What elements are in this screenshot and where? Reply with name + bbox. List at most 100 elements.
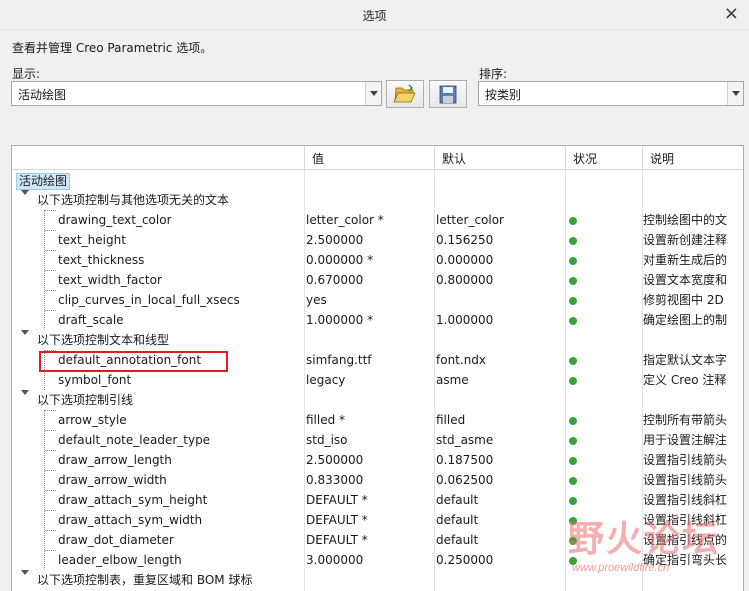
option-value: letter_color * [306,213,384,227]
tree-connector [45,530,56,531]
table-row[interactable]: arrow_style filled * filled 控制所有带箭头 [12,410,743,430]
status-dot-icon [569,217,577,225]
option-description: 设置指引线箭头 [643,453,728,467]
sort-dropdown[interactable]: 按类别 [478,81,744,106]
option-value: filled * [306,413,346,427]
option-value: 3.000000 [306,553,364,567]
table-row[interactable]: draw_arrow_width 0.833000 0.062500 设置指引线箭头 [12,470,743,490]
chevron-down-icon[interactable] [727,82,743,105]
option-description: 修剪视图中 2D [643,293,724,307]
status-dot-icon [569,437,577,445]
option-default: font.ndx [436,353,487,367]
option-name: draw_dot_diameter [58,533,174,547]
expand-arrow-icon[interactable] [21,190,29,195]
status-dot-icon [569,497,577,505]
expand-arrow-icon[interactable] [21,330,29,335]
option-description: 定义 Creo 注释 [643,373,727,387]
option-name: text_width_factor [58,273,162,287]
option-value: std_iso [306,433,348,447]
table-row[interactable]: text_height 2.500000 0.156250 设置新创建注释 [12,230,743,250]
option-name: text_thickness [58,253,145,267]
tree-connector [45,230,56,231]
status-dot-icon [569,317,577,325]
save-disk-icon [439,85,457,104]
option-value: simfang.ttf [306,353,372,367]
status-dot-icon [569,257,577,265]
option-description: 设置指引线箭头 [643,473,728,487]
option-description: 控制绘图中的文 [643,213,728,227]
option-name: draw_attach_sym_height [58,493,208,507]
show-dropdown[interactable]: 活动绘图 [11,81,382,106]
status-dot-icon [569,417,577,425]
tree-connector [45,310,56,311]
tree-connector [45,550,56,551]
table-row[interactable]: text_thickness 0.000000 * 0.000000 对重新生成后的 [12,250,743,270]
column-header-description[interactable]: 说明 [642,146,743,170]
table-row[interactable]: text_width_factor 0.670000 0.800000 设置文本宽度和 [12,270,743,290]
group-label: 以下选项控制文本和线型 [37,333,170,347]
option-name: leader_elbow_length [58,553,182,567]
table-row[interactable]: drawing_text_color letter_color * letter_c… [12,210,743,230]
option-value: 0.000000 * [306,253,374,267]
table-row[interactable]: draw_arrow_length 2.500000 0.187500 设置指引线箭头 [12,450,743,470]
open-button[interactable] [386,80,424,108]
watermark-text: 野火论坛 [568,518,721,560]
option-value: yes [306,293,327,307]
watermark-url: www.proewildfire.cn [572,562,670,574]
option-name: default_note_leader_type [58,433,211,447]
tree-group-row[interactable]: 以下选项控制与其他选项无关的文本 [12,190,743,210]
chevron-down-icon[interactable] [365,82,381,105]
option-value: DEFAULT * [306,493,368,507]
group-label: 以下选项控制表，重复区域和 BOM 球标 [37,573,253,587]
tree-connector [45,490,56,491]
option-name: draw_arrow_length [58,453,172,467]
option-name: draw_attach_sym_width [58,513,203,527]
tree-connector [45,410,56,411]
show-dropdown-value: 活动绘图 [18,88,67,102]
expand-arrow-icon[interactable] [21,570,29,575]
column-header-value[interactable]: 值 [304,146,434,170]
expand-arrow-icon[interactable] [21,390,29,395]
option-name: draw_arrow_width [58,473,167,487]
tree-group-row[interactable]: 以下选项控制文本和线型 [12,330,743,350]
tree-connector [45,510,56,511]
column-header-status[interactable]: 状况 [565,146,642,170]
option-default: default [436,513,479,527]
tree-connector [45,290,56,291]
sort-label: 排序: [479,67,508,81]
window-title: 选项 [362,9,387,23]
group-label: 以下选项控制引线 [37,393,134,407]
close-icon[interactable]: × [724,4,739,24]
column-header-default[interactable]: 默认 [434,146,565,170]
option-default: 0.800000 [436,273,494,287]
option-name: symbol_font [58,373,132,387]
table-row[interactable]: clip_curves_in_local_full_xsecs yes 修剪视图中 … [12,290,743,310]
option-value: DEFAULT * [306,533,368,547]
tree-group-row[interactable]: 以下选项控制引线 [12,390,743,410]
watermark: 野火论坛 www.proewildfire.cn [564,506,744,586]
tree-connector [45,250,56,251]
option-description: 指定默认文本字 [643,353,728,367]
option-default: 0.156250 [436,233,494,247]
sort-dropdown-value: 按类别 [485,88,522,102]
option-description: 对重新生成后的 [643,253,728,267]
option-default: 0.250000 [436,553,494,567]
option-value: legacy [306,373,346,387]
option-name: clip_curves_in_local_full_xsecs [58,293,240,307]
tree-root-item[interactable]: 活动绘图 [16,173,71,190]
table-row[interactable]: draft_scale 1.000000 * 1.000000 确定绘图上的制 [12,310,743,330]
option-default: default [436,493,479,507]
tree-connector [45,270,56,271]
option-value: 2.500000 [306,233,364,247]
dialog-description: 查看并管理 Creo Parametric 选项。 [12,41,213,55]
table-row[interactable]: symbol_font legacy asme 定义 Creo 注释 [12,370,743,390]
option-default: 1.000000 [436,313,494,327]
tree-connector [45,470,56,471]
option-description: 用于设置注解注 [643,433,728,447]
status-dot-icon [569,357,577,365]
save-button[interactable] [429,80,467,108]
title-bar: 选项 × [0,0,749,30]
table-row[interactable]: default_note_leader_type std_iso std_asme 用… [12,430,743,450]
option-description: 确定绘图上的制 [643,313,728,327]
option-default: 0.062500 [436,473,494,487]
